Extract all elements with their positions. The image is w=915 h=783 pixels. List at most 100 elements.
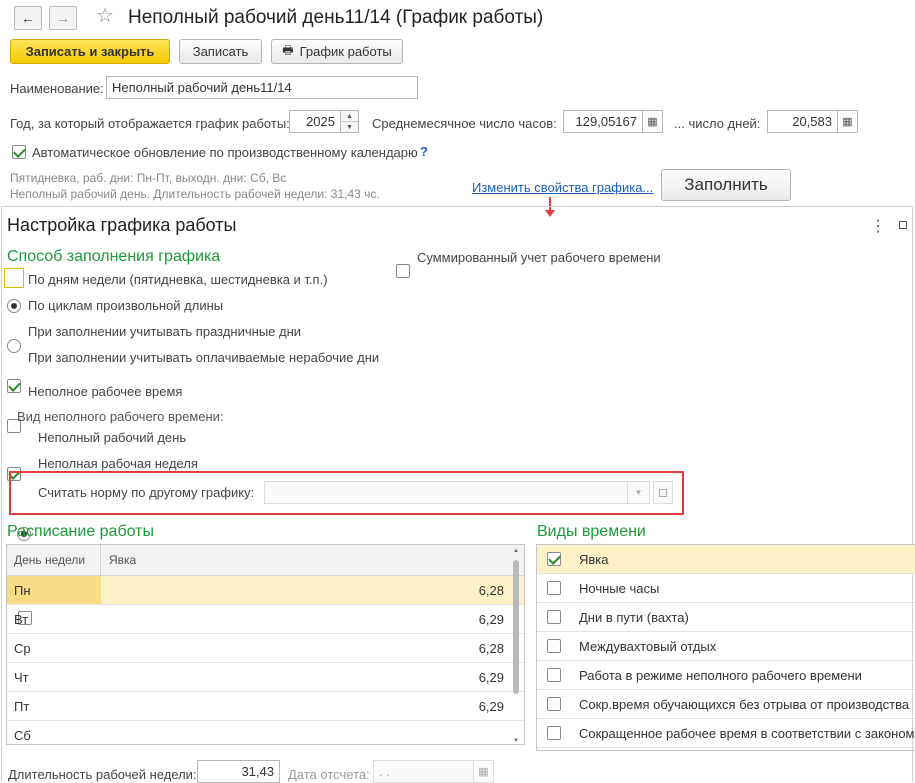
change-properties-link[interactable]: Изменить свойства графика...: [472, 180, 653, 195]
schedule-button-label: График работы: [299, 44, 392, 59]
time-type-checkbox[interactable]: [547, 668, 561, 682]
days-label: ... число дней:: [674, 116, 761, 131]
table-row[interactable]: Сб: [7, 721, 524, 744]
ref-date-field[interactable]: . .: [373, 760, 474, 783]
scroll-up-icon[interactable]: ▲: [511, 548, 521, 554]
time-type-label: Явка: [579, 551, 609, 567]
norm-other-label: Считать норму по другому графику:: [38, 485, 255, 500]
weekday-cell[interactable]: Сб: [7, 721, 101, 744]
weekday-cell[interactable]: Ср: [7, 634, 101, 662]
panel-title: Настройка графика работы: [7, 215, 237, 235]
dropdown-icon[interactable]: ▼: [628, 481, 650, 504]
back-arrow-icon: ←: [21, 10, 35, 26]
spin-up-icon[interactable]: ▲: [341, 111, 358, 122]
parttime-label: Неполное рабочее время: [28, 384, 183, 399]
radio-by-cycles[interactable]: [7, 339, 21, 353]
time-type-checkbox[interactable]: [547, 639, 561, 653]
focus-frame: [4, 268, 24, 288]
time-type-label: Дни в пути (вахта): [579, 609, 689, 625]
time-type-checkbox[interactable]: [547, 610, 561, 624]
maximize-icon[interactable]: [899, 221, 907, 229]
scroll-thumb[interactable]: [513, 560, 519, 694]
time-type-checkbox[interactable]: [547, 726, 561, 740]
schedule-title: Расписание работы: [7, 523, 154, 540]
norm-other-field[interactable]: [264, 481, 628, 504]
duration-field[interactable]: 31,43: [197, 760, 280, 783]
fill-method-title: Способ заполнения графика: [7, 248, 221, 265]
table-row[interactable]: Пн 6,28: [7, 576, 524, 605]
save-and-close-button[interactable]: Записать и закрыть: [10, 39, 170, 64]
paid-nonwork-label: При заполнении учитывать оплачиваемые не…: [28, 350, 380, 365]
forward-button[interactable]: →: [49, 6, 77, 30]
avg-hours-label: Среднемесячное число часов:: [372, 116, 557, 131]
radio-by-weekdays-label: По дням недели (пятидневка, шестидневка …: [28, 272, 328, 287]
summarized-accounting-checkbox[interactable]: [396, 264, 410, 278]
days-field[interactable]: 20,583: [767, 110, 838, 133]
table-row[interactable]: Чт 6,29: [7, 663, 524, 692]
list-item[interactable]: Сокращенное рабочее время в соответствии…: [537, 719, 915, 748]
time-type-label: Сокращенное рабочее время в соответствии…: [579, 725, 915, 741]
year-field[interactable]: 2025: [289, 110, 341, 133]
time-type-label: Сокр.время обучающихся без отрыва от про…: [579, 696, 910, 712]
list-item[interactable]: Ночные часы: [537, 574, 915, 603]
calculator-icon[interactable]: ▦: [838, 110, 858, 133]
holidays-checkbox[interactable]: [7, 379, 21, 393]
weekday-cell[interactable]: Чт: [7, 663, 101, 691]
auto-update-checkbox[interactable]: [12, 145, 26, 159]
schedule-button[interactable]: 🖶 График работы: [271, 39, 403, 64]
schedule-table: День недели Явка Пн 6,28 Вт 6,29 Ср 6,28 Чт 6,2…: [6, 544, 525, 745]
year-spinner[interactable]: ▲ ▼: [341, 110, 359, 133]
avg-hours-field[interactable]: 129,05167: [563, 110, 643, 133]
attendance-cell[interactable]: 6,28: [101, 583, 510, 598]
schedule-info-line1: Пятидневка, раб. дни: Пн-Пт, выходн. дни…: [10, 171, 287, 185]
scroll-down-icon[interactable]: ▼: [511, 738, 521, 744]
list-item[interactable]: Междувахтовый отдых: [537, 632, 915, 661]
table-row[interactable]: Ср 6,28: [7, 634, 524, 663]
favorite-star-icon[interactable]: ☆: [96, 6, 114, 26]
time-types-list: Явка Ночные часы Дни в пути (вахта) Междува…: [536, 544, 915, 751]
attendance-cell[interactable]: 6,29: [101, 612, 510, 627]
list-item[interactable]: Сокр.время обучающихся без отрыва от про…: [537, 690, 915, 719]
time-type-checkbox[interactable]: [547, 697, 561, 711]
schedule-info-line2: Неполный рабочий день. Длительность рабо…: [10, 187, 380, 201]
forward-arrow-icon: →: [56, 10, 70, 26]
weekday-cell[interactable]: Вт: [7, 605, 101, 633]
radio-partweek-label: Неполная рабочая неделя: [38, 456, 198, 471]
name-field[interactable]: Неполный рабочий день11/14: [106, 76, 418, 99]
list-item[interactable]: Явка: [537, 545, 915, 574]
table-row[interactable]: Пт 6,29: [7, 692, 524, 721]
calculator-icon[interactable]: ▦: [643, 110, 663, 133]
time-type-checkbox[interactable]: [547, 581, 561, 595]
ref-date-label: Дата отсчета:: [288, 767, 370, 782]
window-title: Неполный рабочий день11/14 (График работ…: [128, 7, 544, 28]
col-weekday[interactable]: День недели: [7, 545, 101, 575]
list-item[interactable]: Дни в пути (вахта): [537, 603, 915, 632]
fill-button[interactable]: Заполнить: [661, 169, 791, 201]
save-button[interactable]: Записать: [179, 39, 262, 64]
back-button[interactable]: ←: [14, 6, 42, 30]
time-types-title: Виды времени: [537, 523, 646, 540]
col-attendance[interactable]: Явка: [101, 553, 136, 567]
holidays-label: При заполнении учитывать праздничные дни: [28, 324, 302, 339]
radio-by-weekdays[interactable]: [7, 299, 21, 313]
table-row[interactable]: Вт 6,29: [7, 605, 524, 634]
year-label: Год, за который отображается график рабо…: [10, 116, 290, 131]
time-type-checkbox[interactable]: [547, 552, 561, 566]
list-item[interactable]: Работа в режиме неполного рабочего време…: [537, 661, 915, 690]
spin-down-icon[interactable]: ▼: [341, 122, 358, 132]
calendar-icon[interactable]: ▦: [474, 760, 494, 783]
schedule-scrollbar[interactable]: ▲ ▼: [511, 548, 521, 744]
printer-icon: 🖶: [282, 43, 294, 57]
weekday-cell[interactable]: Пт: [7, 692, 101, 720]
time-type-label: Ночные часы: [579, 580, 660, 596]
radio-partday-label: Неполный рабочий день: [38, 430, 187, 445]
attendance-cell[interactable]: 6,28: [101, 641, 510, 656]
parttime-kind-label: Вид неполного рабочего времени:: [17, 409, 224, 424]
radio-by-cycles-label: По циклам произвольной длины: [28, 298, 224, 313]
open-icon[interactable]: [653, 481, 673, 504]
help-icon[interactable]: ?: [420, 144, 428, 159]
more-menu-icon[interactable]: ⋮: [870, 216, 886, 236]
attendance-cell[interactable]: 6,29: [101, 670, 510, 685]
weekday-cell[interactable]: Пн: [7, 576, 101, 604]
attendance-cell[interactable]: 6,29: [101, 699, 510, 714]
